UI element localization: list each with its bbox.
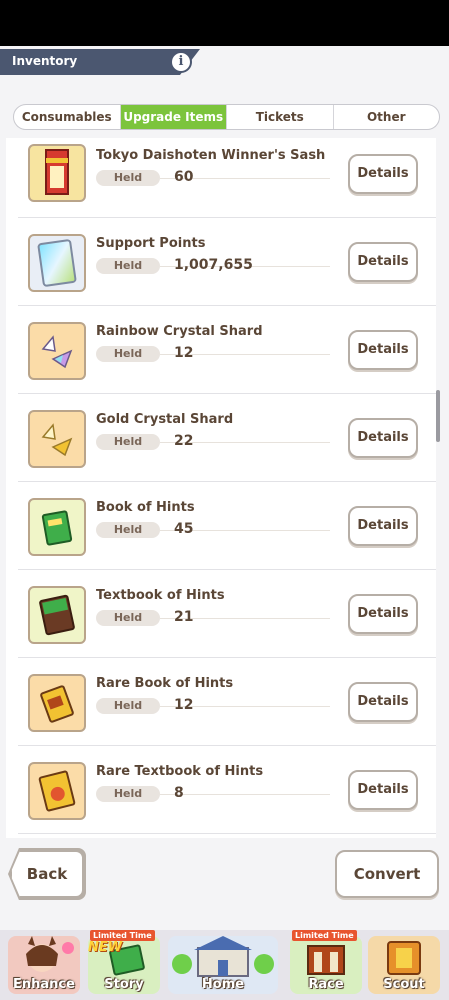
item-name: Rainbow Crystal Shard (96, 324, 263, 339)
item-name: Textbook of Hints (96, 588, 225, 603)
held-label: Held (96, 610, 160, 626)
details-button[interactable]: Details (348, 506, 418, 546)
textbook-icon (28, 586, 86, 644)
item-name: Gold Crystal Shard (96, 412, 234, 427)
nav-home[interactable]: Home (168, 936, 278, 994)
limited-time-badge: Limited Time (292, 930, 357, 941)
details-button[interactable]: Details (348, 418, 418, 458)
list-item: Rare Textbook of Hints Held 8 Details (18, 754, 436, 834)
nav-label: Race (308, 977, 344, 992)
divider (160, 794, 330, 795)
held-label: Held (96, 346, 160, 362)
convert-button[interactable]: Convert (335, 850, 439, 898)
horse-girl-icon (26, 936, 74, 972)
details-button[interactable]: Details (348, 682, 418, 722)
tab-tickets[interactable]: Tickets (227, 105, 334, 129)
held-label: Held (96, 258, 160, 274)
held-label: Held (96, 434, 160, 450)
held-label: Held (96, 170, 160, 186)
details-button[interactable]: Details (348, 330, 418, 370)
nav-label: Home (201, 977, 245, 992)
item-name: Rare Textbook of Hints (96, 764, 264, 779)
held-count: 22 (174, 433, 194, 449)
info-icon[interactable]: i (170, 51, 192, 73)
green-book-icon (28, 498, 86, 556)
held-count: 1,007,655 (174, 257, 253, 273)
rare-textbook-icon (28, 762, 86, 820)
rainbow-crystal-icon (28, 322, 86, 380)
details-button[interactable]: Details (348, 242, 418, 282)
nav-enhance[interactable]: Enhance (8, 936, 80, 994)
race-gate-icon (307, 945, 345, 975)
list-item: Rainbow Crystal Shard Held 12 Details (18, 314, 436, 394)
details-button[interactable]: Details (348, 770, 418, 810)
back-button[interactable]: Back (10, 850, 84, 898)
school-building-icon (172, 936, 274, 977)
list-item: Textbook of Hints Held 21 Details (18, 578, 436, 658)
held-count: 21 (174, 609, 194, 625)
list-item: Tokyo Daishoten Winner's Sash Held 60 De… (18, 138, 436, 218)
tab-upgrade-items[interactable]: Upgrade Items (120, 105, 227, 129)
item-name: Tokyo Daishoten Winner's Sash (96, 148, 326, 163)
nav-label: Enhance (13, 977, 75, 992)
category-tabs: Consumables Upgrade Items Tickets Other (13, 104, 440, 130)
rare-book-icon (28, 674, 86, 732)
scout-icon (387, 941, 421, 975)
item-list[interactable]: Tokyo Daishoten Winner's Sash Held 60 De… (6, 138, 436, 838)
list-item: Rare Book of Hints Held 12 Details (18, 666, 436, 746)
page-title: Inventory (12, 54, 78, 68)
held-label: Held (96, 786, 160, 802)
list-item: Support Points Held 1,007,655 Details (18, 226, 436, 306)
sash-icon (28, 144, 86, 202)
tab-consumables[interactable]: Consumables (14, 105, 121, 129)
item-name: Support Points (96, 236, 206, 251)
list-item: Gold Crystal Shard Held 22 Details (18, 402, 436, 482)
item-name: Book of Hints (96, 500, 195, 515)
nav-story[interactable]: Limited Time NEW Story (88, 930, 160, 994)
details-button[interactable]: Details (348, 594, 418, 634)
new-badge: NEW (88, 940, 123, 955)
support-points-card-icon (28, 234, 86, 292)
held-count: 60 (174, 169, 194, 185)
gold-crystal-icon (28, 410, 86, 468)
details-button[interactable]: Details (348, 154, 418, 194)
nav-label: Scout (383, 977, 425, 992)
held-count: 45 (174, 521, 194, 537)
held-label: Held (96, 698, 160, 714)
held-count: 12 (174, 697, 194, 713)
list-scrollbar[interactable] (436, 390, 440, 442)
item-name: Rare Book of Hints (96, 676, 234, 691)
held-count: 12 (174, 345, 194, 361)
tab-other[interactable]: Other (334, 105, 440, 129)
nav-label: Story (104, 977, 144, 992)
held-label: Held (96, 522, 160, 538)
held-count: 8 (174, 785, 184, 801)
status-bar (0, 0, 449, 46)
nav-scout[interactable]: Scout (368, 936, 440, 994)
nav-race[interactable]: Limited Time Race (290, 930, 362, 994)
list-item: Book of Hints Held 45 Details (18, 490, 436, 570)
